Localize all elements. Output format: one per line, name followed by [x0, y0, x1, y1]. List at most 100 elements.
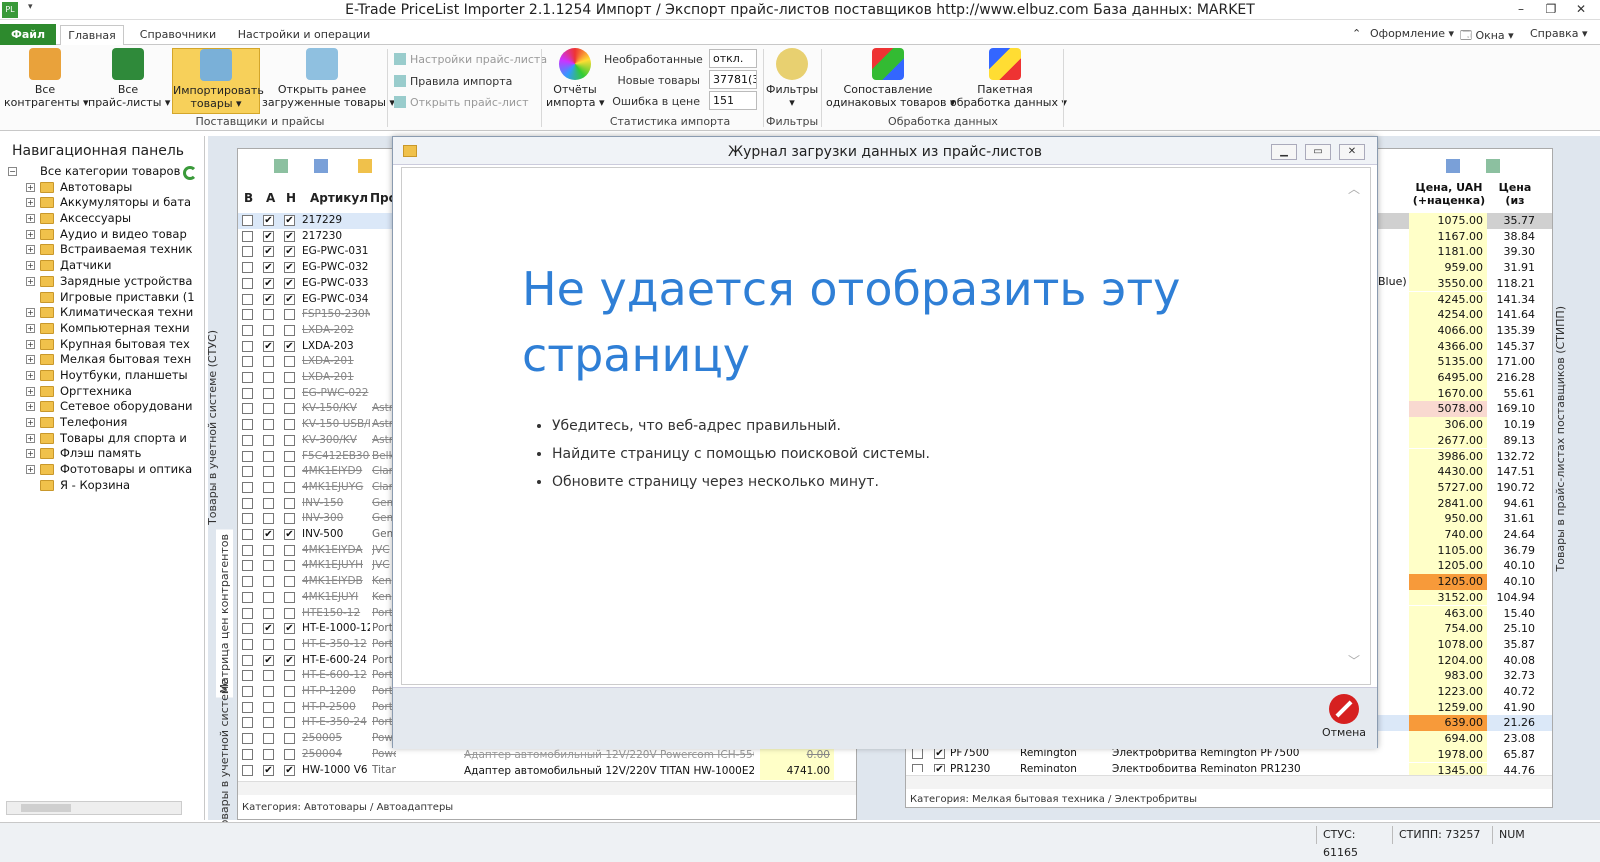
- checkbox-a[interactable]: [263, 701, 274, 713]
- tab-directories[interactable]: Справочники: [130, 25, 226, 45]
- checkbox-v[interactable]: [242, 576, 253, 588]
- checkbox-a[interactable]: ✔: [263, 623, 274, 635]
- cancel-button[interactable]: Отмена: [1321, 694, 1367, 739]
- checkbox-a[interactable]: [263, 560, 274, 572]
- dialog-minimize-button[interactable]: ▁: [1271, 144, 1297, 160]
- checkbox-n[interactable]: ✔: [284, 230, 295, 242]
- checkbox-v[interactable]: [242, 450, 253, 462]
- left-hscrollbar[interactable]: [238, 781, 856, 795]
- tree-item[interactable]: + Телефония: [6, 415, 202, 431]
- tab-settings[interactable]: Настройки и операции: [234, 25, 374, 45]
- checkbox-v[interactable]: [242, 701, 253, 713]
- checkbox-v[interactable]: [242, 497, 253, 509]
- expand-icon[interactable]: +: [26, 465, 35, 475]
- checkbox-v[interactable]: [242, 591, 253, 603]
- checkbox-n[interactable]: [284, 466, 295, 478]
- expand-icon[interactable]: +: [26, 182, 35, 192]
- table-row[interactable]: ✔ PR1230 Remington Электробритва Remingt…: [906, 762, 1526, 772]
- checkbox-v[interactable]: [242, 481, 253, 493]
- checkbox-n[interactable]: ✔: [284, 246, 295, 258]
- checkbox-a[interactable]: [263, 591, 274, 603]
- checkbox-a[interactable]: [263, 748, 274, 760]
- restore-button[interactable]: ❐: [1536, 0, 1566, 20]
- checkbox-a[interactable]: ✔: [263, 262, 274, 274]
- close-button[interactable]: ✕: [1566, 0, 1596, 20]
- checkbox-a[interactable]: [263, 513, 274, 525]
- checkbox-a[interactable]: [263, 434, 274, 446]
- tree-item[interactable]: + Крупная бытовая тех: [6, 337, 202, 353]
- checkbox-n[interactable]: [284, 309, 295, 321]
- checkbox-a[interactable]: ✔: [263, 277, 274, 289]
- checkbox-n[interactable]: [284, 356, 295, 368]
- all-contractors-button[interactable]: Все контрагенты ▾: [4, 48, 89, 109]
- tree-item[interactable]: + Датчики: [6, 258, 202, 274]
- checkbox-n[interactable]: ✔: [284, 764, 295, 776]
- checkbox-v[interactable]: [242, 340, 253, 352]
- checkbox-a[interactable]: ✔: [263, 215, 274, 226]
- checkbox-a[interactable]: [263, 717, 274, 729]
- expand-icon[interactable]: +: [26, 198, 35, 208]
- checkbox-n[interactable]: [284, 560, 295, 572]
- tree-item[interactable]: + Ноутбуки, планшеты: [6, 368, 202, 384]
- checkbox-n[interactable]: [284, 481, 295, 493]
- vtab-stock[interactable]: Товары в учетной системе: [216, 675, 233, 837]
- expand-icon[interactable]: +: [26, 355, 35, 365]
- expand-icon[interactable]: +: [26, 418, 35, 427]
- checkbox-v[interactable]: [242, 607, 253, 619]
- tree-item[interactable]: + Аудио и видео товар: [6, 227, 202, 243]
- tree-item[interactable]: + Зарядные устройства: [6, 274, 202, 290]
- checkbox-v[interactable]: [242, 623, 253, 635]
- col-header-price-markup[interactable]: Цена, UAH (+наценка): [1409, 181, 1489, 207]
- checkbox[interactable]: ✔: [934, 763, 945, 772]
- sort-icon[interactable]: [314, 159, 328, 173]
- checkbox-v[interactable]: [242, 262, 253, 274]
- col-header-n[interactable]: Н: [286, 185, 296, 211]
- right-hscrollbar[interactable]: [906, 775, 1552, 789]
- checkbox-v[interactable]: [242, 215, 253, 226]
- tree-item[interactable]: + Компьютерная техни: [6, 321, 202, 337]
- checkbox-a[interactable]: [263, 686, 274, 697]
- export-icon[interactable]: [274, 159, 288, 173]
- checkbox-v[interactable]: [242, 466, 253, 478]
- checkbox-v[interactable]: [242, 686, 253, 697]
- checkbox-v[interactable]: [242, 403, 253, 415]
- expand-icon[interactable]: +: [26, 229, 35, 239]
- import-reports-button[interactable]: Отчёты импорта ▾: [546, 48, 605, 109]
- checkbox-v[interactable]: [242, 356, 253, 368]
- checkbox-v[interactable]: [242, 764, 253, 776]
- sort-icon[interactable]: [1446, 159, 1460, 173]
- expand-icon[interactable]: +: [26, 433, 35, 443]
- checkbox-v[interactable]: [242, 733, 253, 745]
- open-pricelist-button[interactable]: Открыть прайс-лист: [394, 96, 528, 109]
- checkbox-v[interactable]: [242, 419, 253, 431]
- checkbox-n[interactable]: [284, 324, 295, 336]
- checkbox-v[interactable]: [242, 387, 253, 399]
- vtab-stipp[interactable]: Товары в прайс-листах поставщиков (СТИПП…: [1554, 306, 1567, 572]
- expand-icon[interactable]: +: [26, 323, 35, 333]
- expand-icon[interactable]: +: [26, 402, 35, 412]
- checkbox[interactable]: [912, 748, 923, 759]
- checkbox-n[interactable]: [284, 544, 295, 556]
- checkbox-a[interactable]: [263, 450, 274, 462]
- checkbox-a[interactable]: [263, 670, 274, 682]
- tree-item[interactable]: + Товары для спорта и: [6, 431, 202, 447]
- expand-icon[interactable]: +: [26, 386, 35, 396]
- tree-item[interactable]: + Флэш память: [6, 446, 202, 462]
- checkbox-n[interactable]: [284, 670, 295, 682]
- tree-item[interactable]: + Мелкая бытовая техн: [6, 352, 202, 368]
- checkbox-n[interactable]: [284, 733, 295, 745]
- category-tree[interactable]: − Все категории товаров + Автотовары + Аккум…: [6, 164, 202, 493]
- checkbox-a[interactable]: ✔: [263, 340, 274, 352]
- checkbox-v[interactable]: [242, 372, 253, 383]
- all-pricelists-button[interactable]: Все прайс-листы ▾: [88, 48, 170, 109]
- checkbox-v[interactable]: [242, 324, 253, 336]
- dialog-maximize-button[interactable]: ▭: [1305, 144, 1331, 160]
- checkbox-v[interactable]: [242, 246, 253, 258]
- import-goods-button[interactable]: Импортировать товары ▾: [172, 48, 264, 114]
- expand-icon[interactable]: +: [26, 276, 35, 286]
- col-header-v[interactable]: В: [244, 185, 253, 211]
- checkbox-v[interactable]: [242, 748, 253, 760]
- checkbox-n[interactable]: [284, 717, 295, 729]
- checkbox-n[interactable]: [284, 403, 295, 415]
- col-header-price-source[interactable]: Цена (из: [1491, 181, 1539, 207]
